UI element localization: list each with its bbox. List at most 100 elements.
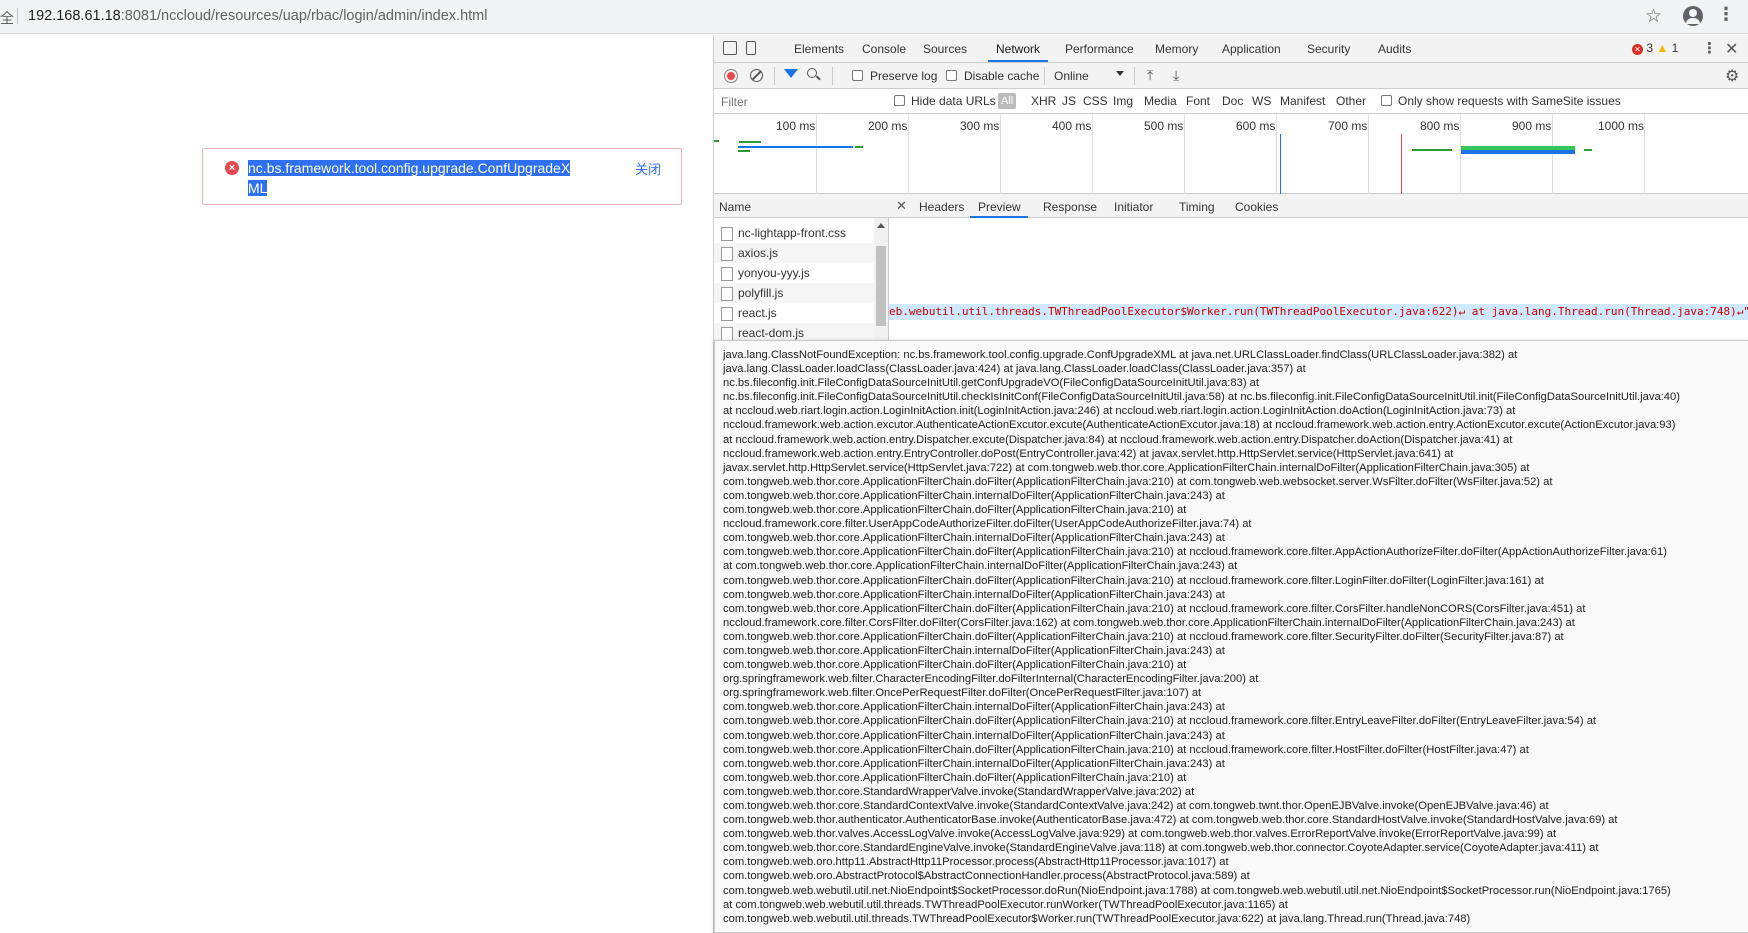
scroll-up-icon[interactable] — [877, 223, 885, 228]
request-row[interactable]: nc-lightapp-front.css — [714, 223, 874, 243]
timeline-label: 1000 ms — [1598, 119, 1645, 133]
warning-count-icon: ▲ — [1656, 41, 1669, 55]
timeline-gridline — [1276, 114, 1277, 194]
timeline-label: 300 ms — [960, 119, 1000, 133]
type-filter-img[interactable]: Img — [1113, 94, 1133, 108]
inspect-element-icon[interactable] — [723, 41, 737, 55]
address-separator — [17, 8, 18, 24]
type-filter-js[interactable]: JS — [1062, 94, 1076, 108]
tab-cookies[interactable]: Cookies — [1235, 200, 1278, 214]
request-row[interactable]: polyfill.js — [714, 283, 874, 303]
tab-sources[interactable]: Sources — [923, 42, 967, 56]
url-host: 192.168.61.18 — [28, 8, 121, 24]
tab-preview[interactable]: Preview — [978, 200, 1021, 214]
error-icon: × — [225, 161, 239, 175]
timeline-gridline — [1000, 114, 1001, 194]
type-filter-media[interactable]: Media — [1144, 94, 1177, 108]
scrollbar-thumb[interactable] — [876, 246, 886, 326]
timeline-request-bar — [714, 140, 719, 142]
type-filter-css[interactable]: CSS — [1083, 94, 1108, 108]
samesite-checkbox[interactable] — [1381, 95, 1392, 106]
address-bar: 全 192.168.61.18:8081/nccloud/resources/u… — [0, 0, 1748, 34]
tab-performance[interactable]: Performance — [1065, 42, 1134, 56]
devtools-panel: Elements Console Sources Network Perform… — [713, 35, 1748, 933]
tab-memory[interactable]: Memory — [1155, 42, 1198, 56]
tab-network[interactable]: Network — [996, 42, 1040, 56]
filter-input[interactable] — [716, 92, 879, 111]
dom-content-loaded-marker — [1280, 134, 1281, 194]
toolbar-divider — [1044, 67, 1045, 85]
active-tab-indicator — [988, 60, 1048, 62]
timeline-label: 900 ms — [1512, 119, 1552, 133]
timeline-gridline — [1552, 114, 1553, 194]
hide-data-urls-label: Hide data URLs — [911, 94, 996, 108]
request-detail-panel: ✕ Headers Preview Response Initiator Tim… — [889, 194, 1748, 340]
tab-initiator[interactable]: Initiator — [1114, 200, 1153, 214]
timeline-gridline — [1368, 114, 1369, 194]
timeline-request-bar — [738, 150, 750, 152]
disable-cache-label: Disable cache — [964, 69, 1040, 83]
export-har-icon[interactable]: ⤓ — [1173, 67, 1179, 84]
samesite-label: Only show requests with SameSite issues — [1398, 94, 1621, 108]
type-filter-all[interactable]: All — [998, 93, 1017, 109]
close-devtools-icon[interactable]: ✕ — [1725, 39, 1738, 59]
throttling-select[interactable]: Online — [1054, 69, 1089, 83]
preserve-log-label: Preserve log — [870, 69, 938, 83]
import-har-icon[interactable]: ⤒ — [1147, 67, 1153, 84]
timeline-gridline — [816, 114, 817, 194]
timeline-label: 800 ms — [1420, 119, 1460, 133]
type-filter-xhr[interactable]: XHR — [1031, 94, 1056, 108]
toolbar-divider — [1134, 67, 1135, 85]
network-overview-timeline[interactable]: 100 ms 200 ms 300 ms 400 ms 500 ms 600 m… — [714, 114, 1748, 194]
timeline-request-bar — [1584, 149, 1592, 151]
type-filter-other[interactable]: Other — [1336, 94, 1366, 108]
clear-icon[interactable] — [750, 69, 763, 82]
tab-audits[interactable]: Audits — [1378, 42, 1411, 56]
tab-response[interactable]: Response — [1043, 200, 1097, 214]
hide-data-urls-checkbox[interactable] — [894, 95, 905, 106]
active-detail-tab-indicator — [970, 216, 1028, 218]
search-icon[interactable] — [807, 68, 817, 78]
disable-cache-checkbox[interactable] — [946, 70, 957, 81]
preserve-log-checkbox[interactable] — [852, 70, 863, 81]
tab-headers[interactable]: Headers — [919, 200, 964, 214]
chevron-down-icon — [1116, 71, 1124, 76]
type-filter-manifest[interactable]: Manifest — [1280, 94, 1325, 108]
filter-icon[interactable] — [784, 69, 798, 78]
request-row[interactable]: react.js — [714, 303, 874, 323]
url-field[interactable]: 192.168.61.18:8081/nccloud/resources/uap… — [28, 8, 487, 24]
request-row[interactable]: yonyou-yyy.js — [714, 263, 874, 283]
close-detail-icon[interactable]: ✕ — [896, 198, 907, 214]
security-indicator[interactable]: 全 — [0, 8, 14, 28]
browser-menu-icon[interactable]: ⋮ — [1717, 4, 1735, 25]
devtools-tab-bar: Elements Console Sources Network Perform… — [714, 35, 1748, 63]
type-filter-doc[interactable]: Doc — [1222, 94, 1243, 108]
network-toolbar: Preserve log Disable cache Online ⤒ ⤓ ⚙ — [714, 63, 1748, 89]
request-row[interactable]: axios.js — [714, 243, 874, 263]
tab-security[interactable]: Security — [1307, 42, 1350, 56]
error-message: nc.bs.framework.tool.config.upgrade.Conf… — [248, 160, 571, 196]
tab-elements[interactable]: Elements — [794, 42, 844, 56]
type-filter-ws[interactable]: WS — [1252, 94, 1271, 108]
issue-counter[interactable]: ✕ 3 ▲ 1 — [1632, 41, 1678, 55]
request-row[interactable]: react-dom.js — [714, 323, 874, 340]
close-button[interactable]: 关闭 — [635, 159, 661, 178]
timeline-gridline — [1092, 114, 1093, 194]
timeline-request-bar — [855, 146, 863, 148]
timeline-gridline — [908, 114, 909, 194]
tab-application[interactable]: Application — [1222, 42, 1281, 56]
gear-icon[interactable]: ⚙ — [1725, 66, 1739, 86]
timeline-gridline — [1460, 114, 1461, 194]
tab-console[interactable]: Console — [862, 42, 906, 56]
devtools-menu-icon[interactable]: ⋮ — [1702, 39, 1717, 57]
timeline-label: 700 ms — [1328, 119, 1368, 133]
name-column-header[interactable]: Name — [714, 194, 889, 218]
account-icon[interactable] — [1683, 6, 1703, 26]
preview-selected-text[interactable]: eb.webutil.util.threads.TWThreadPoolExec… — [889, 304, 1748, 320]
device-toolbar-icon[interactable] — [746, 41, 756, 55]
record-icon[interactable] — [724, 69, 738, 83]
bookmark-star-icon[interactable]: ☆ — [1645, 5, 1662, 28]
type-filter-font[interactable]: Font — [1186, 94, 1210, 108]
tab-timing[interactable]: Timing — [1179, 200, 1215, 214]
request-list-scrollbar[interactable] — [874, 218, 888, 340]
